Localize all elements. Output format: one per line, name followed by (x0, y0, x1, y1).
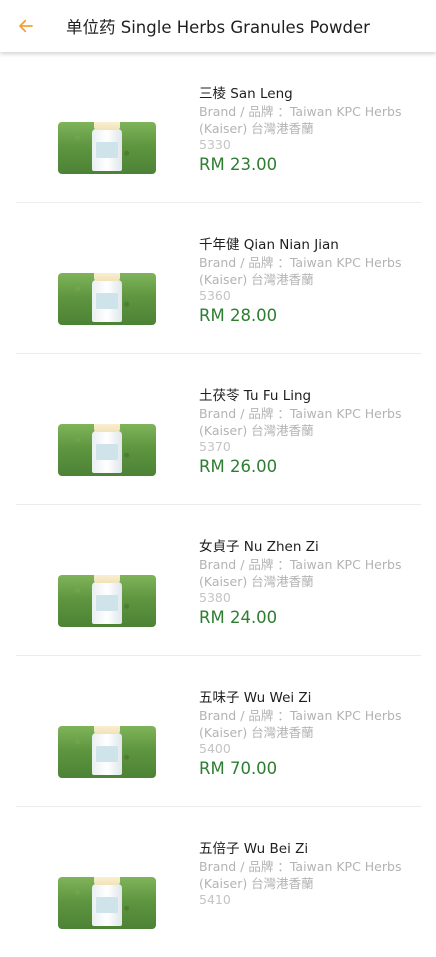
product-image[interactable] (58, 726, 156, 778)
product-name: 千年健 Qian Nian Jian (199, 237, 339, 253)
product-image[interactable] (58, 575, 156, 627)
product-brand: Brand / 品牌 ：Taiwan KPC Herbs (Kaiser) 台灣… (199, 104, 402, 136)
product-price: RM 70.00 (199, 759, 278, 778)
page-title: 单位药 Single Herbs Granules Powder (66, 18, 370, 37)
product-item[interactable]: 土茯苓 Tu Fu Ling Brand / 品牌 ：Taiwan KPC He… (16, 354, 421, 505)
product-code: 5400 (199, 741, 231, 756)
product-code: 5370 (199, 439, 231, 454)
product-item[interactable]: 三棱 San Leng Brand / 品牌 ：Taiwan KPC Herbs… (16, 52, 421, 203)
product-code: 5380 (199, 590, 231, 605)
product-brand: Brand / 品牌 ：Taiwan KPC Herbs (Kaiser) 台灣… (199, 859, 402, 891)
product-code: 5330 (199, 137, 231, 152)
product-price: RM 23.00 (199, 155, 278, 174)
arrow-left-icon (19, 19, 33, 33)
product-name: 女貞子 Nu Zhen Zi (199, 539, 319, 555)
product-image[interactable] (58, 273, 156, 325)
product-code: 5410 (199, 892, 231, 907)
product-name: 五倍子 Wu Bei Zi (199, 841, 309, 857)
product-name: 五味子 Wu Wei Zi (199, 690, 312, 706)
app-header: 单位药 Single Herbs Granules Powder (0, 0, 436, 52)
product-price: RM 26.00 (199, 457, 278, 476)
product-list: 三棱 San Leng Brand / 品牌 ：Taiwan KPC Herbs… (0, 52, 436, 957)
product-image[interactable] (58, 424, 156, 476)
product-price: RM 28.00 (199, 306, 278, 325)
back-button[interactable] (0, 0, 52, 52)
product-price: RM 24.00 (199, 608, 278, 627)
product-image[interactable] (58, 122, 156, 174)
product-brand: Brand / 品牌 ：Taiwan KPC Herbs (Kaiser) 台灣… (199, 557, 402, 589)
product-code: 5360 (199, 288, 231, 303)
product-item[interactable]: 女貞子 Nu Zhen Zi Brand / 品牌 ：Taiwan KPC He… (16, 505, 421, 656)
product-brand: Brand / 品牌 ：Taiwan KPC Herbs (Kaiser) 台灣… (199, 708, 402, 740)
product-name: 土茯苓 Tu Fu Ling (199, 388, 312, 404)
product-item[interactable]: 五味子 Wu Wei Zi Brand / 品牌 ：Taiwan KPC Her… (16, 656, 421, 807)
product-item[interactable]: 千年健 Qian Nian Jian Brand / 品牌 ：Taiwan KP… (16, 203, 421, 354)
product-item[interactable]: 五倍子 Wu Bei Zi Brand / 品牌 ：Taiwan KPC Her… (16, 807, 421, 957)
product-brand: Brand / 品牌 ：Taiwan KPC Herbs (Kaiser) 台灣… (199, 406, 402, 438)
product-brand: Brand / 品牌 ：Taiwan KPC Herbs (Kaiser) 台灣… (199, 255, 402, 287)
product-name: 三棱 San Leng (199, 86, 293, 102)
product-image[interactable] (58, 877, 156, 929)
